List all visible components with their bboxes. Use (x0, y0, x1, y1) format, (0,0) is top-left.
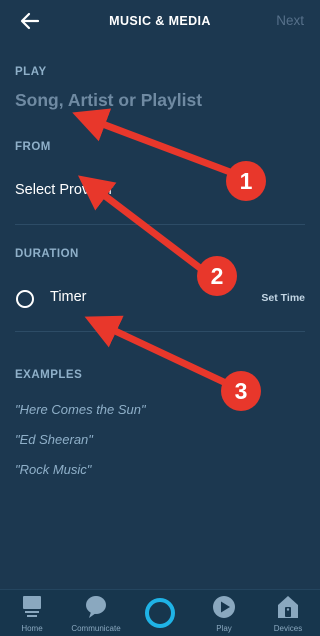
alexa-icon (145, 598, 175, 628)
nav-play-label: Play (216, 624, 232, 633)
nav-devices-label: Devices (273, 624, 303, 633)
callout-badge-3: 3 (221, 371, 261, 411)
callout-badge-1: 1 (226, 161, 266, 201)
callout-arrow-2 (77, 175, 204, 272)
annotation-overlay (72, 108, 234, 388)
nav-communicate-label: Communicate (71, 624, 121, 633)
play-icon (213, 596, 235, 618)
callout-arrow-1 (72, 108, 234, 176)
callout-badge-2: 2 (197, 256, 237, 296)
callout-arrow-3 (84, 315, 232, 388)
nav-play[interactable]: Play (192, 590, 256, 636)
home-icon (23, 596, 41, 617)
chat-bubble-icon (86, 596, 106, 618)
nav-alexa[interactable] (128, 590, 192, 636)
nav-home[interactable]: Home (0, 590, 64, 636)
nav-devices[interactable]: Devices (256, 590, 320, 636)
bottom-nav: Home Communicate Play Devices (0, 589, 320, 636)
nav-home-label: Home (21, 624, 43, 633)
devices-icon (278, 596, 298, 618)
nav-communicate[interactable]: Communicate (64, 590, 128, 636)
